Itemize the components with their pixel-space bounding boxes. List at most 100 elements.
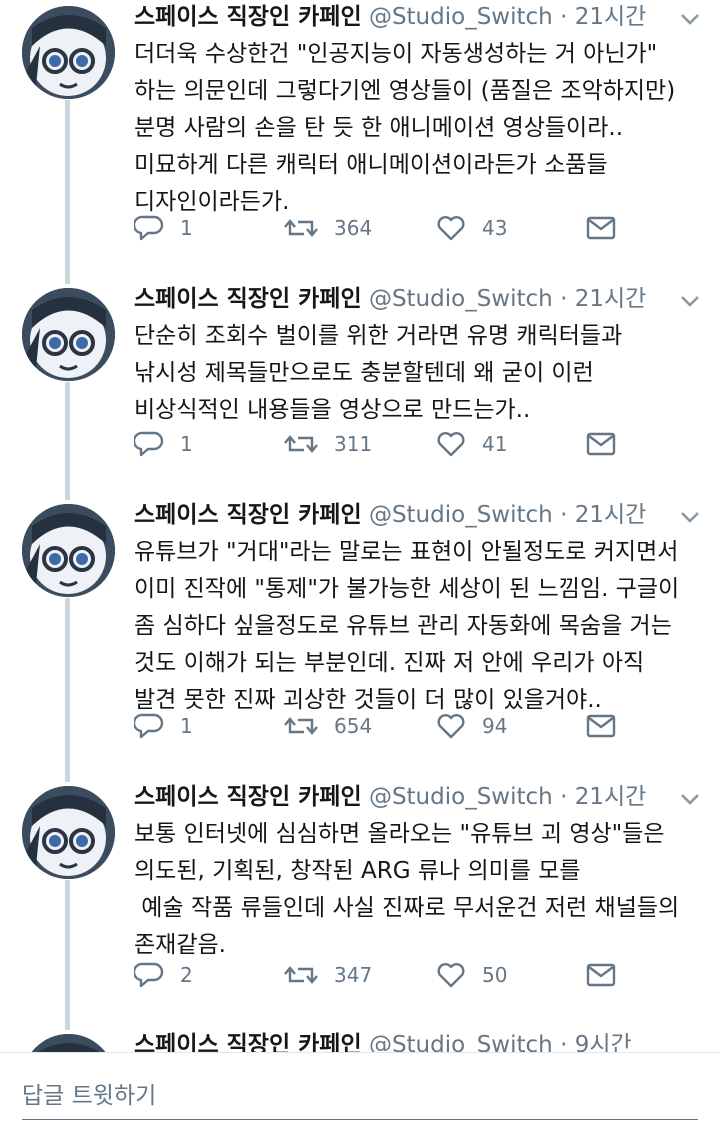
avatar-image: [22, 6, 115, 99]
avatar-image: [22, 504, 115, 597]
tweet[interactable]: 스페이스 직장인 카페인 @Studio_Switch · 21시간 유튜브가 …: [0, 498, 720, 778]
reply-count: 1: [180, 216, 193, 240]
envelope-icon: [586, 714, 616, 738]
reply-button[interactable]: 1: [134, 211, 193, 245]
tweet-text-line: 더더욱 수상한건 "인공지능이 자동생성하는 거 아닌가": [134, 41, 658, 67]
direct-message-button[interactable]: [586, 709, 616, 743]
retweet-count: 364: [334, 216, 373, 240]
timestamp[interactable]: 9시간: [575, 1032, 632, 1052]
reply-count: 1: [180, 714, 193, 738]
heart-icon: [437, 963, 465, 988]
tweet-text-line: 이미 진작에 "통제"가 불가능한 세상이 된 느낌임. 구글이: [134, 576, 680, 602]
avatar[interactable]: [22, 288, 115, 381]
separator-dot: ·: [560, 502, 568, 528]
avatar-image: [22, 288, 115, 381]
timestamp[interactable]: 21시간: [575, 784, 647, 810]
tweet-actions: 1 654 94: [134, 709, 694, 743]
heart-icon: [437, 714, 465, 739]
retweet-icon: [284, 717, 318, 735]
reply-input[interactable]: 답글 트윗하기: [22, 1073, 698, 1120]
display-name[interactable]: 스페이스 직장인 카페인: [134, 502, 362, 528]
direct-message-button[interactable]: [586, 211, 616, 245]
display-name[interactable]: 스페이스 직장인 카페인: [134, 286, 362, 312]
tweet-text: 보통 인터넷에 심심하면 올라오는 "유튜브 괴 영상"들은 의도된, 기획된,…: [134, 816, 706, 964]
retweet-count: 311: [334, 432, 373, 456]
tweet-actions: 2 347 50: [134, 958, 694, 992]
user-handle[interactable]: @Studio_Switch: [369, 502, 553, 528]
reply-icon: [134, 431, 164, 457]
reply-button[interactable]: 1: [134, 427, 193, 461]
tweet-text-line: 낚시성 제목들만으로도 충분할텐데 왜 굳이 이런: [134, 360, 594, 386]
retweet-icon: [284, 219, 318, 237]
tweet-header: 스페이스 직장인 카페인 @Studio_Switch · 9시간: [134, 1028, 704, 1052]
direct-message-button[interactable]: [586, 958, 616, 992]
like-count: 50: [482, 963, 508, 987]
avatar[interactable]: [22, 6, 115, 99]
envelope-icon: [586, 432, 616, 456]
user-handle[interactable]: @Studio_Switch: [369, 1032, 553, 1052]
display-name[interactable]: 스페이스 직장인 카페인: [134, 784, 362, 810]
reply-icon: [134, 962, 164, 988]
reply-icon: [134, 215, 164, 241]
heart-icon: [437, 432, 465, 457]
tweet-text-line: 유튜브가 "거대"라는 말로는 표현이 안될정도로 커지면서: [134, 539, 679, 565]
retweet-button[interactable]: 347: [284, 958, 372, 992]
envelope-icon: [586, 963, 616, 987]
like-button[interactable]: 43: [436, 211, 507, 245]
retweet-button[interactable]: 311: [284, 427, 372, 461]
chevron-down-icon[interactable]: [680, 510, 700, 524]
timestamp[interactable]: 21시간: [575, 502, 647, 528]
user-handle[interactable]: @Studio_Switch: [369, 784, 553, 810]
tweet-actions: 1 311 41: [134, 427, 694, 461]
reply-icon: [134, 713, 164, 739]
display-name[interactable]: 스페이스 직장인 카페인: [134, 1032, 362, 1052]
like-button[interactable]: 94: [436, 709, 507, 743]
like-count: 43: [482, 216, 508, 240]
tweet[interactable]: 스페이스 직장인 카페인 @Studio_Switch · 21시간 더더욱 수…: [0, 0, 720, 280]
user-handle[interactable]: @Studio_Switch: [369, 286, 553, 312]
chevron-down-icon[interactable]: [680, 12, 700, 26]
avatar[interactable]: [22, 1034, 115, 1052]
retweet-count: 654: [334, 714, 373, 738]
tweet-header: 스페이스 직장인 카페인 @Studio_Switch · 21시간: [134, 498, 704, 532]
separator-dot: ·: [560, 286, 568, 312]
tweet[interactable]: 스페이스 직장인 카페인 @Studio_Switch · 21시간 보통 인터…: [0, 780, 720, 1020]
tweet-text: 더더욱 수상한건 "인공지능이 자동생성하는 거 아닌가" 하는 의문인데 그렇…: [134, 36, 706, 221]
heart-icon: [437, 216, 465, 241]
like-button[interactable]: 50: [436, 958, 507, 992]
tweet-actions: 1 364 43: [134, 211, 694, 245]
reply-button[interactable]: 2: [134, 958, 193, 992]
like-count: 41: [482, 432, 508, 456]
chevron-down-icon[interactable]: [680, 294, 700, 308]
like-button[interactable]: 41: [436, 427, 507, 461]
tweet[interactable]: 스페이스 직장인 카페인 @Studio_Switch · 21시간 단순히 조…: [0, 282, 720, 492]
avatar-image: [22, 786, 115, 879]
retweet-button[interactable]: 654: [284, 709, 372, 743]
timestamp[interactable]: 21시간: [575, 4, 647, 30]
separator-dot: ·: [560, 1032, 568, 1052]
reply-count: 2: [180, 963, 193, 987]
avatar[interactable]: [22, 786, 115, 879]
reply-count: 1: [180, 432, 193, 456]
tweet-text: 유튜브가 "거대"라는 말로는 표현이 안될정도로 커지면서 이미 진작에 "통…: [134, 534, 706, 719]
avatar[interactable]: [22, 504, 115, 597]
tweet-text-line: 미묘하게 다른 캐릭터 애니메이션이라든가 소품들: [134, 152, 608, 178]
reply-bar: 답글 트윗하기: [0, 1052, 720, 1135]
retweet-icon: [284, 435, 318, 453]
tweet-text-line: 하는 의문인데 그렇다기엔 영상들이 (품질은 조악하지만): [134, 78, 676, 104]
retweet-count: 347: [334, 963, 373, 987]
user-handle[interactable]: @Studio_Switch: [369, 4, 553, 30]
separator-dot: ·: [560, 784, 568, 810]
retweet-icon: [284, 966, 318, 984]
like-count: 94: [482, 714, 508, 738]
display-name[interactable]: 스페이스 직장인 카페인: [134, 4, 362, 30]
tweet-text-line: 단순히 조회수 벌이를 위한 거라면 유명 캐릭터들과: [134, 323, 623, 349]
tweet-header: 스페이스 직장인 카페인 @Studio_Switch · 21시간: [134, 780, 704, 814]
direct-message-button[interactable]: [586, 427, 616, 461]
tweet[interactable]: 스페이스 직장인 카페인 @Studio_Switch · 9시간: [0, 1028, 720, 1052]
tweet-text-line: 것도 이해가 되는 부분인데. 진짜 저 안에 우리가 아직: [134, 650, 645, 676]
reply-button[interactable]: 1: [134, 709, 193, 743]
chevron-down-icon[interactable]: [680, 792, 700, 806]
retweet-button[interactable]: 364: [284, 211, 372, 245]
timestamp[interactable]: 21시간: [575, 286, 647, 312]
